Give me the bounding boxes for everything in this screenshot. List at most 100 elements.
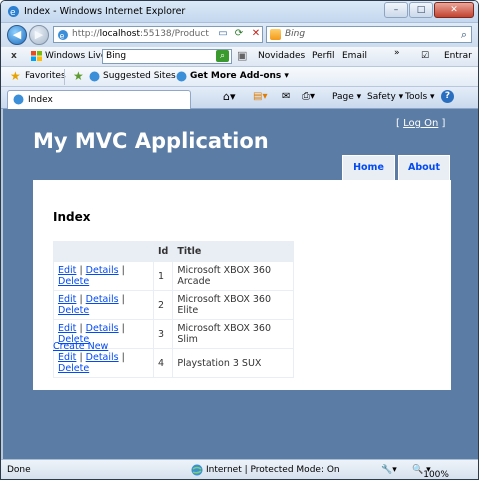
cell-id: 4: [152, 348, 174, 378]
back-button[interactable]: ◀: [7, 25, 27, 45]
page-icon: e: [58, 30, 68, 41]
cell-id: 3: [152, 319, 174, 349]
safety-menu[interactable]: Safety ▾: [367, 92, 403, 102]
page-heading: Index: [53, 210, 91, 224]
separator: |: [79, 294, 83, 305]
feeds-icon[interactable]: ▤▾: [253, 91, 267, 102]
cell-id: 2: [152, 290, 174, 320]
toolbar-close-icon[interactable]: x: [11, 51, 17, 61]
security-zone[interactable]: Internet | Protected Mode: On: [206, 465, 340, 475]
zoom-level[interactable]: 🔍 100% ▾: [412, 465, 449, 479]
column-header-title: Title: [172, 241, 295, 262]
table-row: Edit | Details | Delete 1 Microsoft XBOX…: [53, 261, 295, 291]
tab-label: Index: [28, 95, 53, 105]
separator: |: [79, 265, 83, 276]
products-table: Id Title Edit | Details | Delete 1 Micro…: [53, 241, 295, 378]
stop-icon[interactable]: ✕: [249, 27, 263, 41]
logon-bracket-open: [: [396, 118, 400, 129]
globe-icon: [191, 464, 203, 476]
row-actions: Edit | Details | Delete: [53, 290, 154, 320]
add-favorite-icon[interactable]: ★: [73, 69, 84, 83]
cell-id: 1: [152, 261, 174, 291]
windows-live-toolbar: x Windows Live Bing ⌕ ▣ Novidades Perfil…: [1, 47, 478, 67]
details-link[interactable]: Details: [86, 294, 119, 305]
get-addons-button[interactable]: Get More Add-ons ▾: [190, 71, 289, 81]
toolbar-more-icon[interactable]: »: [394, 48, 400, 58]
addons-icon: [176, 71, 187, 82]
divider: [64, 69, 65, 85]
table-row: Edit | Details | Delete 2 Microsoft XBOX…: [53, 290, 295, 320]
page-menu[interactable]: Page ▾: [332, 92, 361, 102]
live-tool-icon[interactable]: ▣: [237, 49, 247, 62]
cell-title: Microsoft XBOX 360 Slim: [172, 319, 295, 349]
tab-page-icon: [13, 94, 24, 105]
create-new-link[interactable]: Create New: [53, 341, 108, 352]
svg-text:e: e: [60, 32, 65, 41]
separator: |: [121, 265, 125, 276]
menu-about[interactable]: About: [398, 155, 450, 180]
main-content: Index Id Title Edit | Details | Delete 1…: [33, 180, 451, 390]
delete-link[interactable]: Delete: [58, 276, 89, 287]
link-email[interactable]: Email: [342, 51, 367, 61]
refresh-icon[interactable]: ⟳: [232, 27, 246, 41]
minimize-button[interactable]: –: [384, 2, 408, 18]
protected-mode-icon[interactable]: 🔧▾: [381, 465, 397, 475]
signin-link[interactable]: Entrar: [444, 51, 472, 61]
live-search-go-icon[interactable]: ⌕: [216, 50, 229, 62]
print-icon[interactable]: ⎙▾: [302, 91, 315, 102]
details-link[interactable]: Details: [86, 323, 119, 334]
suggested-sites-button[interactable]: Suggested Sites ▾: [103, 71, 183, 81]
search-icon[interactable]: ⌕: [461, 28, 467, 42]
table-header-row: Id Title: [53, 241, 295, 262]
link-perfil[interactable]: Perfil: [312, 51, 335, 61]
favorites-button[interactable]: Favorites: [25, 71, 66, 81]
edit-link[interactable]: Edit: [58, 294, 76, 305]
address-url: http://localhost:55138/Product: [72, 29, 209, 39]
page-viewport: [ Log On ] My MVC Application Home About…: [1, 109, 478, 459]
delete-link[interactable]: Delete: [58, 305, 89, 316]
edit-link[interactable]: Edit: [58, 352, 76, 363]
favorites-star-icon[interactable]: ★: [10, 69, 21, 83]
cell-title: Microsoft XBOX 360 Arcade: [172, 261, 295, 291]
compat-view-icon[interactable]: ▭: [216, 27, 230, 41]
edit-link[interactable]: Edit: [58, 323, 76, 334]
home-icon[interactable]: ⌂▾: [223, 90, 236, 103]
separator: |: [79, 352, 83, 363]
suggested-sites-icon: [89, 71, 100, 82]
favorites-bar: ★ Favorites ★ Suggested Sites ▾ Get More…: [1, 67, 478, 87]
help-icon[interactable]: ?: [441, 90, 454, 103]
search-placeholder: Bing: [285, 29, 306, 39]
separator: |: [79, 323, 83, 334]
mail-icon[interactable]: ✉: [282, 91, 290, 102]
maximize-button[interactable]: □: [409, 2, 433, 18]
status-bar: Done Internet | Protected Mode: On 🔧▾ 🔍 1…: [1, 459, 478, 479]
window-title: Index - Windows Internet Explorer: [24, 6, 186, 17]
windows-live-brand[interactable]: Windows Live: [45, 51, 106, 61]
column-header-actions: [53, 241, 154, 262]
close-button[interactable]: ✕: [434, 2, 474, 18]
details-link[interactable]: Details: [86, 265, 119, 276]
windows-live-icon: [31, 51, 42, 61]
live-search-input[interactable]: Bing: [102, 49, 232, 64]
tab-index[interactable]: Index: [7, 90, 191, 109]
forward-button[interactable]: ▶: [29, 25, 49, 45]
details-link[interactable]: Details: [86, 352, 119, 363]
row-actions: Edit | Details | Delete: [53, 261, 154, 291]
table-row: Edit | Details | Delete 4 Playstation 3 …: [53, 348, 295, 378]
column-header-id: Id: [152, 241, 174, 262]
menu-home[interactable]: Home: [342, 155, 395, 180]
tools-menu[interactable]: Tools ▾: [405, 92, 435, 102]
separator: |: [121, 323, 125, 334]
checkbox-icon[interactable]: ☑: [421, 51, 429, 61]
ie-logo-icon: e: [8, 6, 19, 18]
address-row: ◀ ▶ e http://localhost:55138/Product ▭ ⟳…: [1, 23, 478, 47]
browser-window: e Index - Windows Internet Explorer – □ …: [0, 0, 479, 480]
edit-link[interactable]: Edit: [58, 265, 76, 276]
link-novidades[interactable]: Novidades: [258, 51, 305, 61]
separator: |: [121, 352, 125, 363]
delete-link[interactable]: Delete: [58, 363, 89, 374]
cell-title: Microsoft XBOX 360 Elite: [172, 290, 295, 320]
search-box[interactable]: Bing ⌕: [266, 26, 472, 43]
status-text: Done: [7, 465, 31, 475]
logon-link[interactable]: Log On: [403, 118, 438, 129]
